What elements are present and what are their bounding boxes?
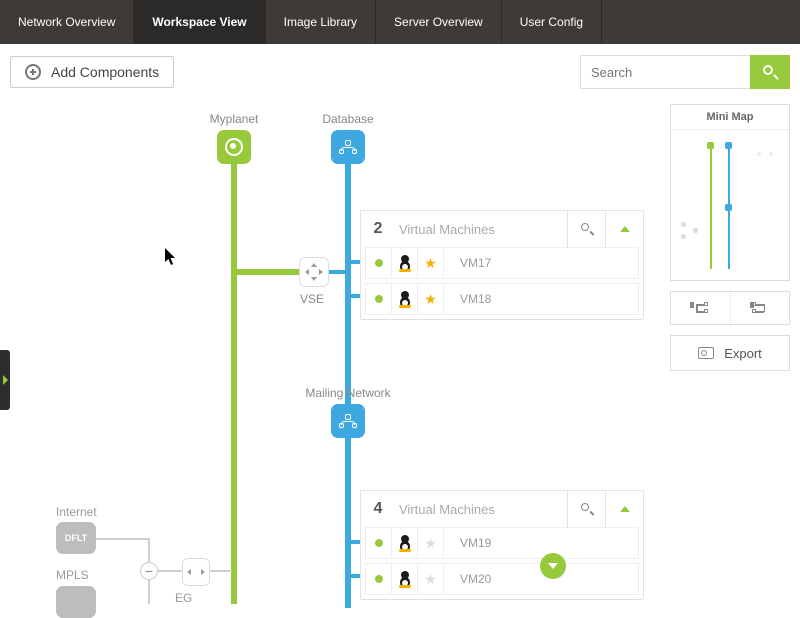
top-nav: Network Overview Workspace View Image Li… xyxy=(0,0,800,44)
search-icon xyxy=(581,223,593,235)
right-sidebar: Mini Map xyxy=(670,104,790,381)
vm-status-icon xyxy=(366,284,392,314)
vm-collapse-button[interactable] xyxy=(605,491,643,527)
connector-green-branch xyxy=(231,269,303,275)
node-mailing-network[interactable] xyxy=(331,404,365,438)
vm-row[interactable]: ★ VM17 xyxy=(365,247,639,279)
node-label-mailing: Mailing Network xyxy=(305,386,390,400)
connector-vse-blue xyxy=(329,270,347,274)
vm-star-icon[interactable]: ★ xyxy=(418,564,444,594)
connector-green-trunk xyxy=(231,164,237,604)
disk-icon xyxy=(698,347,714,359)
scroll-up-button[interactable] xyxy=(540,553,566,579)
vm-name: VM17 xyxy=(444,256,491,270)
vm-status-icon xyxy=(366,248,392,278)
vm-star-icon[interactable]: ★ xyxy=(418,528,444,558)
search-icon xyxy=(763,65,777,79)
vm-row[interactable]: ★ VM20 xyxy=(365,563,639,595)
vm-collapse-button[interactable] xyxy=(605,211,643,247)
vm-panel-1-header: 2 Virtual Machines xyxy=(361,211,643,247)
vm-title: Virtual Machines xyxy=(395,502,567,517)
node-label-database: Database xyxy=(322,112,373,126)
vm-search-button[interactable] xyxy=(567,211,605,247)
vm-status-icon xyxy=(366,528,392,558)
switch-icon xyxy=(188,564,204,580)
tab-workspace-view[interactable]: Workspace View xyxy=(134,0,265,44)
node-label-internet: Internet xyxy=(56,505,97,519)
vm-title: Virtual Machines xyxy=(395,222,567,237)
vm-os-icon xyxy=(392,284,418,314)
minimap-card: Mini Map xyxy=(670,104,790,281)
dflt-label: DFLT xyxy=(65,533,87,543)
vm-panel-1: 2 Virtual Machines ★ VM17 ★ VM18 xyxy=(360,210,644,320)
node-internet[interactable]: DFLT xyxy=(56,522,96,554)
vm-name: VM20 xyxy=(444,572,491,586)
minimap-title: Mini Map xyxy=(671,105,789,130)
vm-os-icon xyxy=(392,564,418,594)
node-mpls[interactable] xyxy=(56,586,96,618)
node-label-eg: EG xyxy=(175,591,192,605)
vm-os-icon xyxy=(392,528,418,558)
vm-panel-2-header: 4 Virtual Machines xyxy=(361,491,643,527)
vm-status-icon xyxy=(366,564,392,594)
node-label-vse: VSE xyxy=(300,292,324,306)
connector-blue-trunk2 xyxy=(345,438,351,608)
node-label-mpls: MPLS xyxy=(56,568,89,582)
tab-user-config[interactable]: User Config xyxy=(502,0,602,44)
tab-server-overview[interactable]: Server Overview xyxy=(376,0,502,44)
search-button[interactable] xyxy=(750,55,790,89)
vm-search-button[interactable] xyxy=(567,491,605,527)
layout-tools-card xyxy=(670,291,790,325)
vm-name: VM18 xyxy=(444,292,491,306)
vm-star-icon[interactable]: ★ xyxy=(418,248,444,278)
node-switch[interactable] xyxy=(182,558,210,586)
vm-count: 2 xyxy=(361,220,395,238)
hierarchy-icon xyxy=(339,140,357,154)
vm-panel-2: 4 Virtual Machines ★ VM19 ★ VM20 xyxy=(360,490,644,600)
layout-collapse-button[interactable] xyxy=(731,292,790,324)
tab-network-overview[interactable]: Network Overview xyxy=(0,0,134,44)
tab-image-library[interactable]: Image Library xyxy=(266,0,376,44)
vm-name: VM19 xyxy=(444,536,491,550)
chevron-up-icon xyxy=(548,563,558,569)
vm-count: 4 xyxy=(361,500,395,518)
add-components-button[interactable]: Add Components xyxy=(10,56,174,88)
search xyxy=(580,55,790,89)
node-label-myplanet: Myplanet xyxy=(210,112,259,126)
workspace-canvas[interactable]: Myplanet Database VSE 2 Virtual Machines… xyxy=(0,90,800,600)
vm-star-icon[interactable]: ★ xyxy=(418,284,444,314)
connector-blue-trunk xyxy=(345,164,351,410)
minimap[interactable] xyxy=(671,130,789,280)
globe-icon xyxy=(225,138,243,156)
vm-row[interactable]: ★ VM18 xyxy=(365,283,639,315)
connector-gray-4 xyxy=(210,570,232,572)
vm-os-icon xyxy=(392,248,418,278)
search-icon xyxy=(581,503,593,515)
chevron-up-icon xyxy=(620,226,630,232)
layout-expand-button[interactable] xyxy=(671,292,731,324)
node-vse[interactable] xyxy=(299,257,329,287)
connector-gray-1 xyxy=(96,538,150,540)
node-myplanet[interactable] xyxy=(217,130,251,164)
plus-icon xyxy=(25,64,41,80)
side-panel-toggle[interactable] xyxy=(0,350,10,410)
export-label: Export xyxy=(724,346,762,361)
add-components-label: Add Components xyxy=(51,64,159,80)
tree-collapse-icon xyxy=(752,302,768,314)
hierarchy-icon xyxy=(339,414,357,428)
chevron-up-icon xyxy=(620,506,630,512)
tree-expand-icon xyxy=(692,302,708,314)
vm-row[interactable]: ★ VM19 xyxy=(365,527,639,559)
search-input[interactable] xyxy=(580,55,750,89)
collapse-toggle[interactable]: − xyxy=(140,562,158,580)
vse-icon xyxy=(306,264,322,280)
export-button[interactable]: Export xyxy=(670,335,790,371)
node-database[interactable] xyxy=(331,130,365,164)
